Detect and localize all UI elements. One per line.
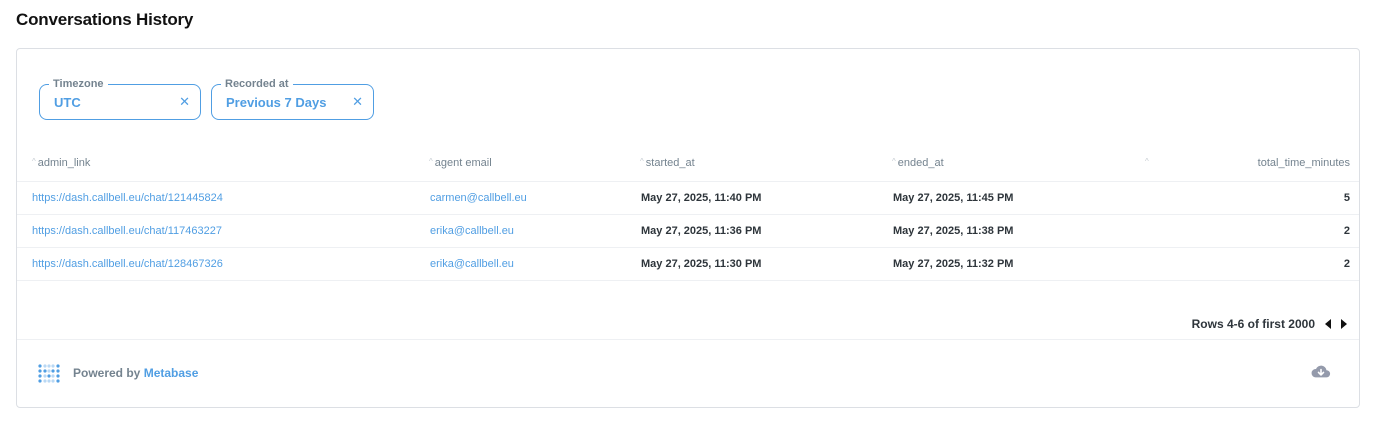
sort-icon: ^ <box>640 157 644 166</box>
pagination-label: Rows 4-6 of first 2000 <box>1191 317 1315 331</box>
column-header-started-at[interactable]: ^ started_at <box>640 157 695 169</box>
filter-timezone-value[interactable]: UTC <box>54 95 81 110</box>
filter-recorded-at[interactable]: Recorded at Previous 7 Days ✕ <box>211 78 374 120</box>
embed-footer: Powered by Metabase <box>17 339 1359 407</box>
admin-link[interactable]: https://dash.callbell.eu/chat/117463227 <box>32 225 222 237</box>
sort-icon: ^ <box>892 157 896 166</box>
table-row: https://dash.callbell.eu/chat/117463227 … <box>17 215 1359 248</box>
column-header-agent-email[interactable]: ^ agent email <box>429 157 492 169</box>
filter-timezone-legend: Timezone <box>49 78 108 90</box>
admin-link[interactable]: https://dash.callbell.eu/chat/121445824 <box>32 192 223 204</box>
ended-at: May 27, 2025, 11:32 PM <box>893 258 1014 270</box>
pagination: Rows 4-6 of first 2000 <box>1192 317 1347 331</box>
started-at: May 27, 2025, 11:30 PM <box>641 258 762 270</box>
cloud-download-icon[interactable] <box>1311 364 1331 380</box>
page-title: Conversations History <box>16 10 194 29</box>
close-icon[interactable]: ✕ <box>179 94 190 110</box>
total-time-minutes: 2 <box>1343 225 1350 237</box>
filter-timezone[interactable]: Timezone UTC ✕ <box>39 78 201 120</box>
ended-at: May 27, 2025, 11:45 PM <box>893 192 1014 204</box>
agent-email[interactable]: erika@callbell.eu <box>430 258 514 270</box>
sort-icon: ^ <box>1145 157 1149 166</box>
metabase-link[interactable]: Metabase <box>144 366 199 380</box>
table-row: https://dash.callbell.eu/chat/121445824 … <box>17 182 1359 215</box>
sort-icon: ^ <box>32 157 36 166</box>
ended-at: May 27, 2025, 11:38 PM <box>893 225 1014 237</box>
sort-icon: ^ <box>429 157 433 166</box>
dashboard-card: Timezone UTC ✕ Recorded at Previous 7 Da… <box>16 48 1360 408</box>
powered-by-prefix: Powered by <box>73 366 141 380</box>
previous-page-icon[interactable] <box>1325 319 1331 329</box>
started-at: May 27, 2025, 11:40 PM <box>641 192 762 204</box>
column-header-admin-link[interactable]: ^ admin_link <box>32 157 90 169</box>
next-page-icon[interactable] <box>1341 319 1347 329</box>
total-time-minutes: 2 <box>1343 258 1350 270</box>
column-header-unnamed[interactable]: ^ <box>1145 157 1151 169</box>
table-row: https://dash.callbell.eu/chat/128467326 … <box>17 248 1359 281</box>
filter-recorded-at-legend: Recorded at <box>221 78 293 90</box>
results-table: ^ admin_link ^ agent email ^ started_at ^ en… <box>17 147 1359 281</box>
started-at: May 27, 2025, 11:36 PM <box>641 225 762 237</box>
agent-email[interactable]: erika@callbell.eu <box>430 225 514 237</box>
powered-by: Powered by Metabase <box>73 366 198 380</box>
column-header-ended-at[interactable]: ^ ended_at <box>892 157 944 169</box>
column-header-total-time-minutes[interactable]: total_time_minutes <box>1258 157 1350 169</box>
agent-email[interactable]: carmen@callbell.eu <box>430 192 527 204</box>
close-icon[interactable]: ✕ <box>352 94 363 110</box>
filter-recorded-at-value[interactable]: Previous 7 Days <box>226 95 326 110</box>
metabase-logo-icon <box>38 364 60 383</box>
total-time-minutes: 5 <box>1343 192 1350 204</box>
admin-link[interactable]: https://dash.callbell.eu/chat/128467326 <box>32 258 223 270</box>
table-header: ^ admin_link ^ agent email ^ started_at ^ en… <box>17 147 1359 182</box>
